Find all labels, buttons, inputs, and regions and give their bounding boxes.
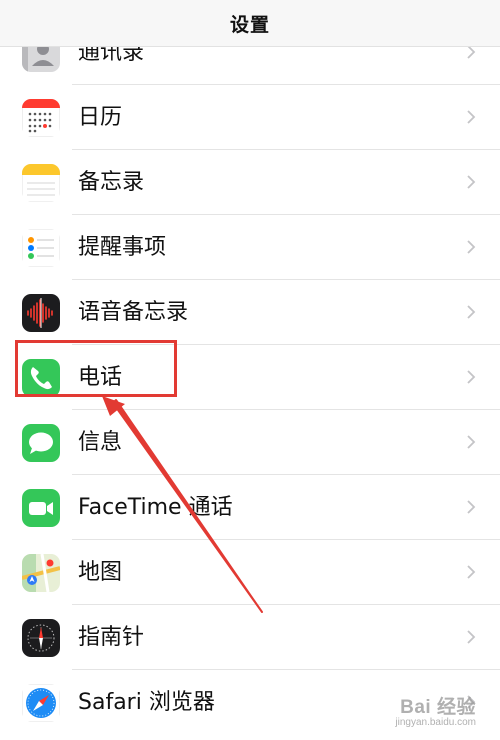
notes-icon bbox=[22, 164, 60, 202]
settings-row-voice-memos[interactable]: 语音备忘录 bbox=[0, 280, 500, 345]
facetime-icon bbox=[22, 489, 60, 527]
row-label: 指南针 bbox=[78, 625, 145, 650]
chevron-right-icon bbox=[467, 240, 476, 254]
watermark-url: jingyan.baidu.com bbox=[395, 717, 476, 728]
row-label: Safari 浏览器 bbox=[78, 690, 215, 715]
chevron-right-icon bbox=[467, 305, 476, 319]
watermark-brand: Bai 经验 bbox=[400, 697, 476, 718]
settings-row-calendar[interactable]: 日历 bbox=[0, 85, 500, 150]
chevron-right-icon bbox=[467, 565, 476, 579]
row-label: 电话 bbox=[78, 365, 123, 390]
settings-row-reminders[interactable]: 提醒事项 bbox=[0, 215, 500, 280]
page-title: 设置 bbox=[229, 13, 270, 36]
settings-row-messages[interactable]: 信息 bbox=[0, 410, 500, 475]
row-label: 地图 bbox=[78, 560, 123, 585]
chevron-right-icon bbox=[467, 110, 476, 124]
navigation-bar: 设置 bbox=[0, 0, 500, 47]
chevron-right-icon bbox=[467, 435, 476, 449]
phone-icon bbox=[22, 359, 60, 397]
settings-row-maps[interactable]: 地图 bbox=[0, 540, 500, 605]
maps-icon bbox=[22, 554, 60, 592]
row-label: 提醒事项 bbox=[78, 235, 167, 260]
chevron-right-icon bbox=[467, 370, 476, 384]
messages-icon bbox=[22, 424, 60, 462]
row-label: FaceTime 通话 bbox=[78, 495, 233, 520]
voice-memos-icon bbox=[22, 294, 60, 332]
watermark: Bai 经验 jingyan.baidu.com bbox=[395, 692, 476, 728]
row-label: 备忘录 bbox=[78, 170, 145, 195]
settings-list: 通讯录 日历 备忘录 提醒事项 语音备忘录 电话 信息 FaceTime 通话 … bbox=[0, 20, 500, 735]
chevron-right-icon bbox=[467, 500, 476, 514]
reminders-icon bbox=[22, 229, 60, 267]
calendar-icon bbox=[22, 99, 60, 137]
row-label: 语音备忘录 bbox=[78, 300, 189, 325]
settings-row-phone[interactable]: 电话 bbox=[0, 345, 500, 410]
row-label: 信息 bbox=[78, 430, 123, 455]
row-label: 日历 bbox=[78, 105, 123, 130]
chevron-right-icon bbox=[467, 175, 476, 189]
safari-icon bbox=[22, 684, 60, 722]
chevron-right-icon bbox=[467, 630, 476, 644]
chevron-right-icon bbox=[467, 45, 476, 59]
settings-row-compass[interactable]: 指南针 bbox=[0, 605, 500, 670]
settings-row-notes[interactable]: 备忘录 bbox=[0, 150, 500, 215]
settings-row-facetime[interactable]: FaceTime 通话 bbox=[0, 475, 500, 540]
compass-icon bbox=[22, 619, 60, 657]
